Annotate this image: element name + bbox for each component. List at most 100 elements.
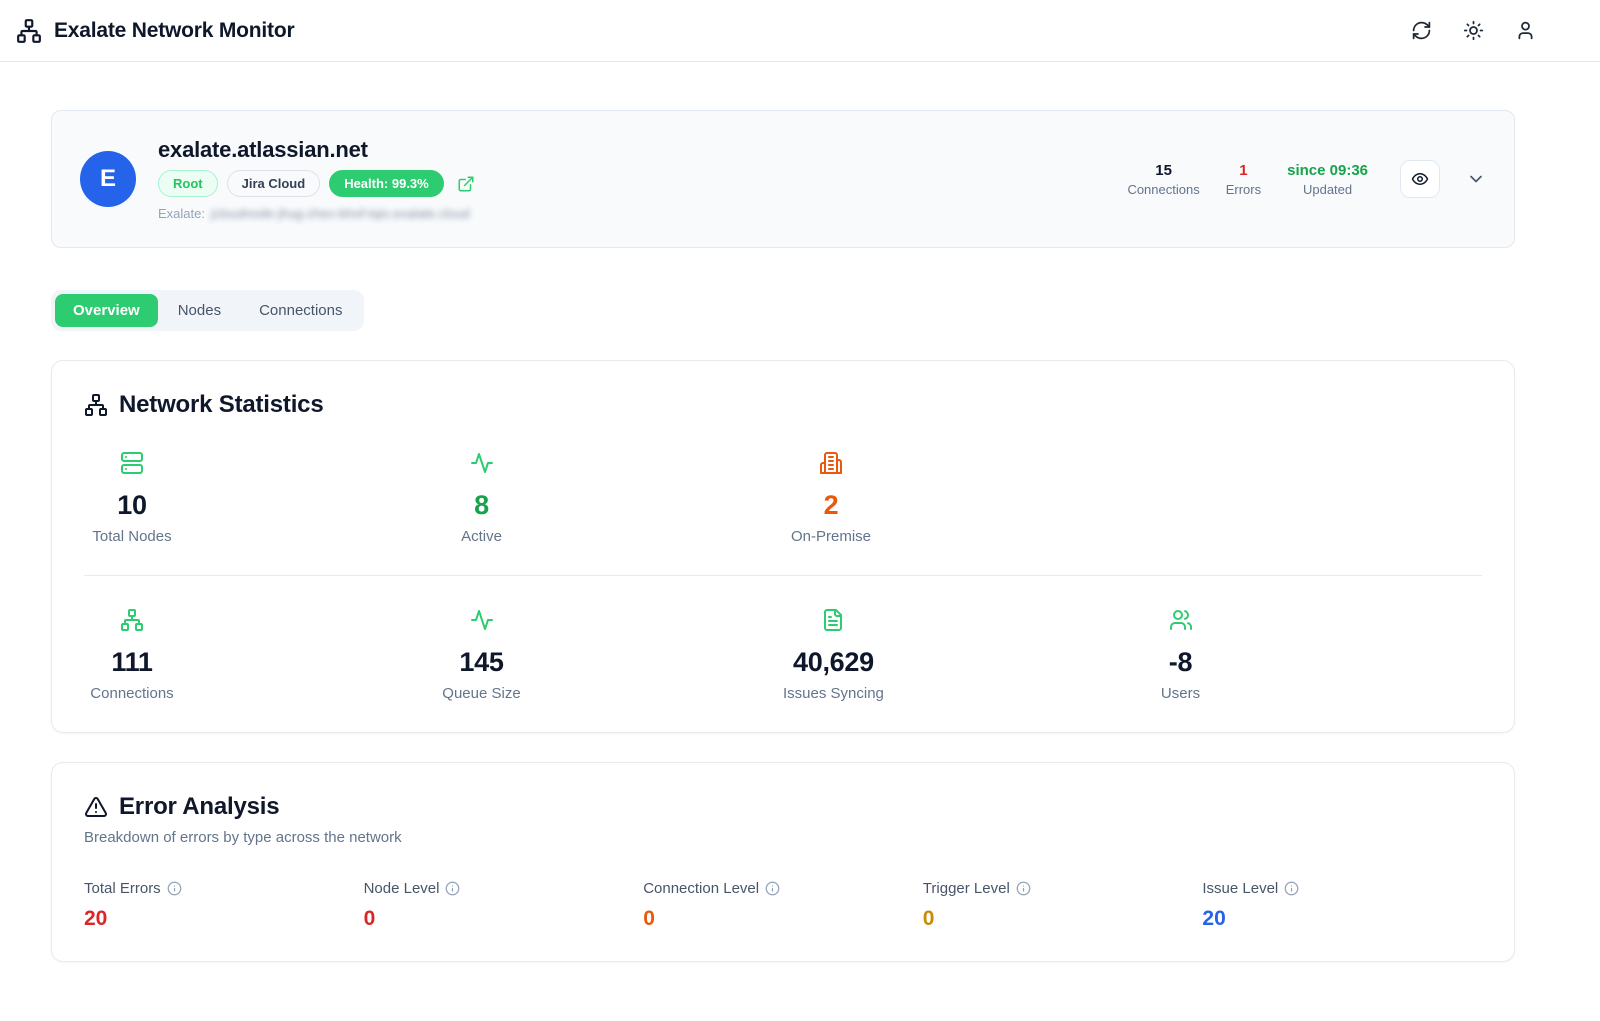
stat-value: 2: [783, 490, 879, 521]
stat-label: Queue Size: [434, 685, 530, 702]
network-icon: [120, 608, 144, 632]
network-statistics-card: Network Statistics 10 Total Nodes 8 Active 2…: [51, 360, 1515, 733]
info-icon[interactable]: [765, 881, 780, 896]
info-icon[interactable]: [167, 881, 182, 896]
node-stat-value: 15: [1127, 162, 1199, 179]
refresh-button[interactable]: [1411, 20, 1432, 41]
node-stat-updated: since 09:36 Updated: [1287, 162, 1368, 197]
exalate-url: jcloudnode-jhug-zhex-bhof-tqio.exalate.c…: [211, 206, 470, 221]
node-title: exalate.atlassian.net: [158, 137, 475, 163]
health-badge: Health: 99.3%: [329, 170, 444, 197]
error-analysis-card: Error Analysis Breakdown of errors by ty…: [51, 762, 1515, 962]
node-avatar: E: [80, 151, 136, 207]
stat-connections: 111Connections: [84, 608, 180, 702]
node-stat-value: since 09:36: [1287, 162, 1368, 179]
error-stat-value: 0: [643, 907, 923, 931]
error-stat-issue-level: Issue Level 20: [1202, 880, 1482, 931]
stat-value: 145: [434, 647, 530, 678]
server-icon: [120, 451, 144, 475]
error-stat-trigger-level: Trigger Level 0: [923, 880, 1203, 931]
external-link-icon[interactable]: [457, 175, 475, 193]
stat-total-nodes: 10 Total Nodes: [84, 451, 180, 545]
root-badge: Root: [158, 170, 218, 197]
network-statistics-title: Network Statistics: [119, 391, 323, 419]
error-stat-total-errors: Total Errors 20: [84, 880, 364, 931]
stat-users: -8 Users: [1133, 608, 1229, 702]
user-menu-button[interactable]: [1515, 20, 1536, 41]
node-stat-label: Errors: [1226, 182, 1261, 197]
tab-connections[interactable]: Connections: [241, 294, 360, 327]
error-analysis-title: Error Analysis: [119, 793, 279, 821]
stat-value: -8: [1133, 647, 1229, 678]
tab-nodes[interactable]: Nodes: [160, 294, 239, 327]
error-label-text: Trigger Level: [923, 880, 1010, 897]
stat-value: 40,629: [783, 647, 884, 678]
node-card-stats: 15 Connections 1 Errors since 09:36 Updated: [1127, 162, 1368, 197]
node-stat-errors: 1 Errors: [1226, 162, 1261, 197]
node-stat-value: 1: [1226, 162, 1261, 179]
error-stat-label: Trigger Level: [923, 880, 1203, 897]
stat-label: Active: [434, 528, 530, 545]
stat-issues-syncing: 40,629 Issues Syncing: [783, 608, 884, 702]
stat-value: 8: [434, 490, 530, 521]
error-stat-label: Node Level: [364, 880, 644, 897]
top-bar: Exalate Network Monitor: [0, 0, 1600, 62]
main-content: E exalate.atlassian.net Root Jira Cloud …: [51, 62, 1515, 1002]
error-analysis-subtitle: Breakdown of errors by type across the n…: [84, 829, 1482, 846]
stat-label: On-Premise: [783, 528, 879, 545]
tabs: OverviewNodesConnections: [51, 290, 364, 331]
app-title: Exalate Network Monitor: [54, 19, 294, 43]
error-stat-label: Issue Level: [1202, 880, 1482, 897]
users-icon: [1169, 608, 1193, 632]
stats-divider: [84, 575, 1482, 576]
error-stat-value: 20: [84, 907, 364, 931]
node-stat-label: Updated: [1287, 182, 1368, 197]
error-stat-value: 0: [923, 907, 1203, 931]
building-icon: [819, 451, 843, 475]
node-summary-card: E exalate.atlassian.net Root Jira Cloud …: [51, 110, 1515, 248]
network-icon: [84, 393, 108, 417]
node-stat-label: Connections: [1127, 182, 1199, 197]
error-label-text: Issue Level: [1202, 880, 1278, 897]
view-details-button[interactable]: [1400, 160, 1440, 198]
expand-node-button[interactable]: [1466, 169, 1486, 189]
stats-row-2: 111Connections 145 Queue Size 40,629 Issues …: [84, 608, 1482, 702]
info-icon[interactable]: [1284, 881, 1299, 896]
stat-label: Users: [1133, 685, 1229, 702]
chevron-down-icon: [1466, 169, 1486, 189]
error-stat-label: Total Errors: [84, 880, 364, 897]
stat-label: Issues Syncing: [783, 685, 884, 702]
refresh-icon: [1411, 20, 1432, 41]
error-stat-label: Connection Level: [643, 880, 923, 897]
eye-icon: [1411, 170, 1429, 188]
info-icon[interactable]: [1016, 881, 1031, 896]
stat-label: Total Nodes: [84, 528, 180, 545]
activity-icon: [470, 451, 494, 475]
sun-icon: [1463, 20, 1484, 41]
error-stat-value: 0: [364, 907, 644, 931]
stat-queue-size: 145 Queue Size: [434, 608, 530, 702]
stat-on-premise: 2 On-Premise: [783, 451, 879, 545]
error-label-text: Connection Level: [643, 880, 759, 897]
stat-active: 8 Active: [434, 451, 530, 545]
stat-label: Connections: [84, 685, 180, 702]
network-logo-icon: [16, 18, 42, 44]
platform-badge: Jira Cloud: [227, 170, 321, 197]
error-label-text: Node Level: [364, 880, 440, 897]
error-stat-node-level: Node Level 0: [364, 880, 644, 931]
tab-overview[interactable]: Overview: [55, 294, 158, 327]
exalate-label: Exalate:: [158, 206, 205, 221]
error-stat-value: 20: [1202, 907, 1482, 931]
theme-toggle-button[interactable]: [1463, 20, 1484, 41]
node-stat-connections: 15 Connections: [1127, 162, 1199, 197]
file-text-icon: [821, 608, 845, 632]
user-icon: [1515, 20, 1536, 41]
error-stat-connection-level: Connection Level 0: [643, 880, 923, 931]
alert-triangle-icon: [84, 795, 108, 819]
info-icon[interactable]: [445, 881, 460, 896]
activity-icon: [470, 608, 494, 632]
error-grid: Total Errors20Node Level0Connection Leve…: [84, 880, 1482, 931]
stats-row-1: 10 Total Nodes 8 Active 2 On-Premise: [84, 451, 1482, 545]
error-label-text: Total Errors: [84, 880, 161, 897]
stat-value: 10: [84, 490, 180, 521]
